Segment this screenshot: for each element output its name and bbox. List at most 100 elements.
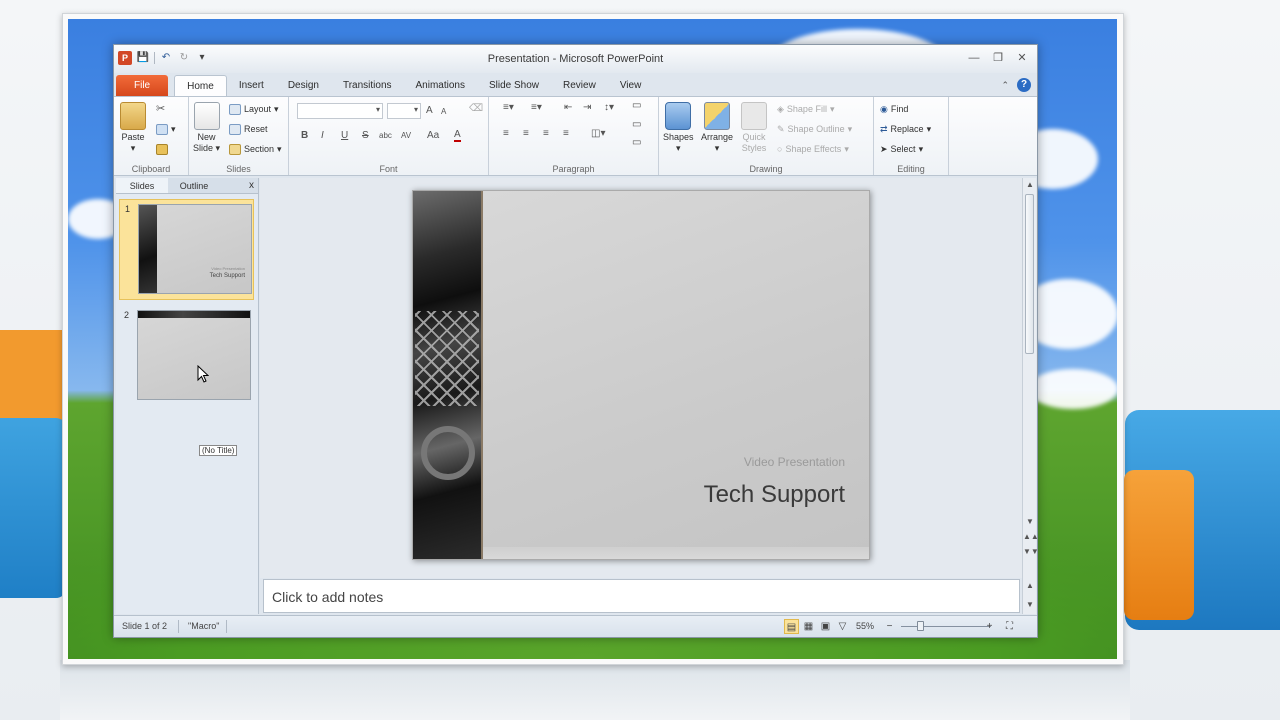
close-pane-icon[interactable]: x — [249, 180, 254, 191]
notes-placeholder: Click to add notes — [272, 589, 384, 605]
clear-formatting-icon[interactable]: ⌫ — [469, 103, 483, 114]
zoom-level[interactable]: 55% — [856, 621, 874, 631]
font-group: ▾ ▾ A A ⌫ B I U S abc AV Aa A Font — [289, 97, 489, 175]
window-controls: — ❐ ✕ — [967, 51, 1029, 65]
shrink-font-button[interactable]: A — [441, 107, 446, 116]
tab-outline[interactable]: Outline — [168, 178, 220, 193]
binoculars-icon: ◉ — [880, 103, 888, 114]
section-button[interactable]: Section ▾ — [229, 142, 282, 156]
bold-button[interactable]: B — [301, 130, 308, 141]
close-icon[interactable]: ✕ — [1015, 51, 1029, 65]
text-direction-icon[interactable]: ▭ — [632, 100, 641, 111]
slide-side-image — [413, 191, 483, 559]
previous-slide-icon[interactable]: ▲▲ — [1023, 532, 1039, 541]
arrange-button[interactable]: Arrange ▾ — [701, 102, 733, 154]
zoom-in-icon[interactable]: + — [982, 619, 997, 634]
tab-design[interactable]: Design — [276, 75, 331, 97]
italic-button[interactable]: I — [321, 130, 324, 141]
format-painter-button[interactable] — [156, 142, 168, 156]
background-right-decoration — [1120, 330, 1280, 630]
slide-thumbnail-2[interactable]: 2 — [119, 306, 254, 407]
quick-styles-button[interactable]: Quick Styles — [741, 102, 767, 154]
reading-view-icon[interactable]: ▣ — [818, 619, 833, 634]
zoom-slider-knob[interactable] — [917, 621, 924, 631]
paste-button[interactable]: Paste ▾ — [120, 102, 146, 154]
font-size-combo[interactable]: ▾ — [387, 103, 421, 119]
reset-button[interactable]: Reset — [229, 122, 268, 136]
minimize-ribbon-icon[interactable]: ⌃ — [1001, 80, 1009, 91]
tab-insert[interactable]: Insert — [227, 75, 276, 97]
align-text-icon[interactable]: ▭ — [632, 119, 641, 130]
tab-file[interactable]: File — [116, 75, 169, 97]
slide-subtitle[interactable]: Video Presentation — [744, 455, 845, 469]
status-bar: Slide 1 of 2 "Macro" ▤ ▦ ▣ ▽ 55% − + ⛶ — [114, 615, 1037, 637]
decrease-indent-icon[interactable]: ⇤ — [564, 102, 572, 113]
copy-button[interactable]: ▾ — [156, 122, 176, 136]
new-slide-button[interactable]: New Slide ▾ — [193, 102, 220, 154]
font-color-button[interactable]: A — [454, 129, 461, 142]
grow-font-button[interactable]: A — [426, 105, 433, 116]
tab-slide-show[interactable]: Slide Show — [477, 75, 551, 97]
change-case-button[interactable]: Aa — [427, 130, 439, 141]
smartart-icon[interactable]: ▭ — [632, 137, 641, 148]
shapes-button[interactable]: Shapes ▾ — [663, 102, 694, 154]
find-button[interactable]: ◉ Find — [880, 102, 908, 116]
align-center-icon[interactable]: ≡ — [523, 128, 529, 139]
numbering-icon[interactable]: ≡▾ — [531, 102, 542, 113]
justify-icon[interactable]: ≡ — [563, 128, 569, 139]
scroll-down-icon[interactable]: ▼ — [1023, 517, 1037, 526]
character-spacing-button[interactable]: AV — [401, 131, 411, 140]
maximize-icon[interactable]: ❐ — [991, 51, 1005, 65]
tab-home[interactable]: Home — [174, 75, 227, 97]
zoom-out-icon[interactable]: − — [882, 619, 897, 634]
section-icon — [229, 143, 241, 155]
current-slide[interactable]: Video Presentation Tech Support — [412, 190, 870, 560]
select-button[interactable]: ➤ Select ▾ — [880, 142, 923, 156]
align-right-icon[interactable]: ≡ — [543, 128, 549, 139]
cut-button[interactable]: ✂ — [156, 102, 168, 116]
scrollbar-thumb[interactable] — [1025, 194, 1034, 354]
tab-review[interactable]: Review — [551, 75, 608, 97]
zoom-slider[interactable] — [901, 626, 991, 627]
shape-fill-button[interactable]: ◈ Shape Fill ▾ — [777, 102, 834, 116]
fit-to-window-icon[interactable]: ⛶ — [1002, 619, 1017, 634]
notes-scroll-up-icon[interactable]: ▲ — [1023, 581, 1037, 590]
strikethrough-button[interactable]: S — [362, 130, 369, 141]
notes-scroll-down-icon[interactable]: ▼ — [1023, 600, 1037, 609]
tooltip: (No Title) — [199, 445, 238, 456]
tab-slides[interactable]: Slides — [116, 178, 168, 193]
font-name-combo[interactable]: ▾ — [297, 103, 383, 119]
line-spacing-icon[interactable]: ↕▾ — [604, 102, 614, 113]
underline-button[interactable]: U — [341, 130, 348, 141]
bullets-icon[interactable]: ≡▾ — [503, 102, 514, 113]
background-reflection — [60, 660, 1130, 720]
columns-icon[interactable]: ◫▾ — [591, 128, 605, 139]
text-shadow-button[interactable]: abc — [379, 131, 392, 140]
format-painter-icon — [156, 143, 168, 155]
vertical-scrollbar[interactable]: ▲ ▼ ▲▲ ▼▼ ▲ ▼ — [1022, 178, 1039, 614]
slide-editor: Video Presentation Tech Support — [260, 178, 1022, 578]
slide-show-view-icon[interactable]: ▽ — [835, 619, 850, 634]
shape-effects-button[interactable]: ○ Shape Effects ▾ — [777, 142, 849, 156]
tab-view[interactable]: View — [608, 75, 654, 97]
minimize-icon[interactable]: — — [967, 51, 981, 65]
powerpoint-window: P 💾 ↶ ↻ ▾ Presentation - Microsoft Power… — [113, 44, 1039, 638]
theme-name[interactable]: "Macro" — [188, 621, 219, 631]
shape-outline-button[interactable]: ✎ Shape Outline ▾ — [777, 122, 852, 136]
increase-indent-icon[interactable]: ⇥ — [583, 102, 591, 113]
normal-view-icon[interactable]: ▤ — [784, 619, 799, 634]
slide-thumbnail-1[interactable]: 1 Video Presentation Tech Support — [119, 199, 254, 300]
help-icon[interactable]: ? — [1017, 78, 1031, 92]
slide-sorter-view-icon[interactable]: ▦ — [801, 619, 816, 634]
tab-animations[interactable]: Animations — [404, 75, 477, 97]
notes-pane[interactable]: Click to add notes — [263, 579, 1020, 613]
replace-icon: ⇄ — [880, 123, 888, 134]
tab-transitions[interactable]: Transitions — [331, 75, 404, 97]
replace-button[interactable]: ⇄ Replace ▾ — [880, 122, 931, 136]
scroll-up-icon[interactable]: ▲ — [1023, 180, 1037, 189]
layout-button[interactable]: Layout ▾ — [229, 102, 279, 116]
align-left-icon[interactable]: ≡ — [503, 128, 509, 139]
slide-title[interactable]: Tech Support — [704, 481, 845, 509]
next-slide-icon[interactable]: ▼▼ — [1023, 547, 1039, 556]
slides-pane: Slides Outline x 1 Video Presentation Te… — [116, 178, 259, 614]
